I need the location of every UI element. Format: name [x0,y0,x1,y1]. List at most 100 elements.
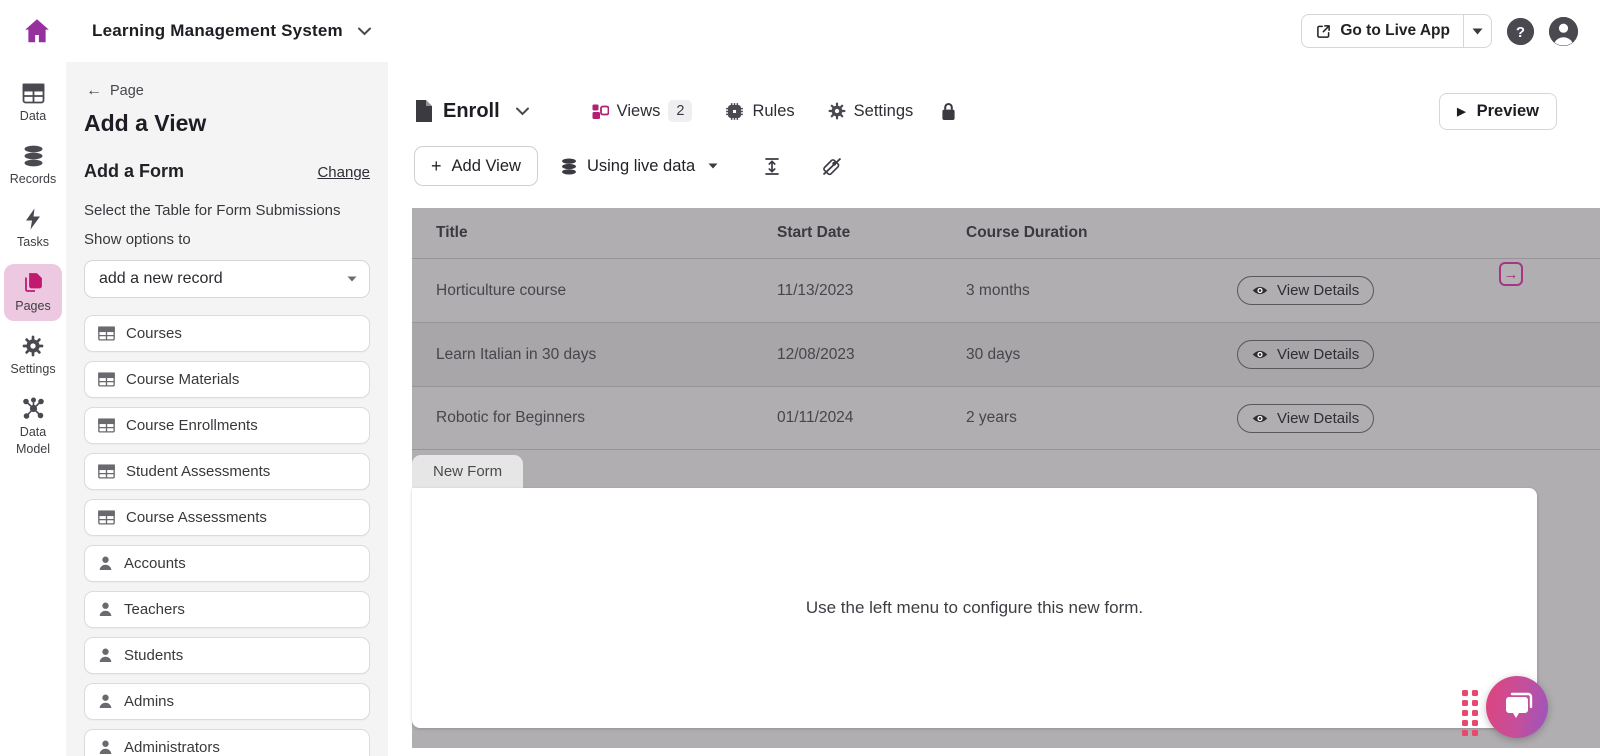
go-to-live-app-dropdown[interactable] [1463,15,1491,47]
nav-rail: Data Records Tasks Pages Settings Data M… [0,62,66,756]
back-to-page-link[interactable]: ← Page [86,82,370,100]
live-preview-area: Title Start Date Course Duration Horticu… [412,208,1600,748]
table-option-course-enrollments[interactable]: Course Enrollments [84,407,370,444]
go-to-live-app-label: Go to Live App [1340,22,1450,40]
pages-icon [22,271,45,294]
back-arrow-icon: ← [86,82,102,100]
table-option-label: Administrators [124,739,220,756]
open-view-arrow-button[interactable]: → [1499,262,1523,286]
chat-icon [1500,691,1534,723]
rail-item-records[interactable]: Records [4,138,62,194]
eye-icon [1252,413,1268,424]
table-row: Robotic for Beginners 01/11/2024 2 years… [412,386,1600,450]
change-link[interactable]: Change [317,164,370,181]
rail-item-settings[interactable]: Settings [4,328,62,384]
table-option-course-materials[interactable]: Course Materials [84,361,370,398]
table-option-students[interactable]: Students [84,637,370,674]
data-mode-dropdown[interactable]: Using live data [560,157,718,176]
page-chevron-down-icon[interactable] [515,106,530,116]
table-option-accounts[interactable]: Accounts [84,545,370,582]
view-details-button[interactable]: View Details [1237,404,1374,433]
table-icon [98,418,115,433]
help-button[interactable]: ? [1507,18,1534,45]
add-view-button[interactable]: + Add View [414,146,538,186]
tab-settings[interactable]: Settings [828,102,914,121]
view-details-label: View Details [1277,346,1359,363]
go-to-live-app-split-button: Go to Live App [1301,14,1492,48]
cell-duration: 2 years [966,409,1237,427]
app-title: Learning Management System [92,21,343,41]
view-details-label: View Details [1277,282,1359,299]
table-option-teachers[interactable]: Teachers [84,591,370,628]
table-option-label: Courses [126,325,182,342]
view-details-label: View Details [1277,410,1359,427]
person-icon [98,693,113,709]
views-count-badge: 2 [668,100,692,122]
eye-icon [1252,349,1268,360]
add-view-label: Add View [452,157,521,176]
home-button[interactable] [22,16,52,46]
rail-item-pages[interactable]: Pages [4,264,62,321]
play-icon: ▶ [1457,105,1465,118]
avatar-icon [1549,17,1578,46]
table-option-label: Accounts [124,555,186,572]
table-option-label: Course Assessments [126,509,267,526]
account-button[interactable] [1549,17,1578,46]
eye-icon [1252,285,1268,296]
go-to-live-app-button[interactable]: Go to Live App [1302,22,1463,40]
preview-button[interactable]: ▶ Preview [1439,93,1557,130]
database-icon [560,158,578,175]
person-icon [98,739,113,755]
tab-label: Views [617,102,661,121]
table-icon [98,372,115,387]
external-link-icon [1315,23,1332,40]
tab-views[interactable]: Views 2 [592,100,693,122]
cell-title: Horticulture course [436,282,777,300]
app-switcher[interactable]: Learning Management System [92,21,372,41]
fit-height-icon[interactable] [763,157,781,176]
column-header: Course Duration [966,224,1237,242]
column-header: Start Date [777,224,966,242]
table-option-label: Student Assessments [126,463,270,480]
view-details-button[interactable]: View Details [1237,276,1374,305]
gear-icon [22,335,44,357]
tab-rules[interactable]: Rules [725,102,794,121]
cell-action: View Details [1237,340,1397,369]
chat-widget-button[interactable] [1486,676,1548,738]
gear-icon [828,102,846,120]
caret-down-icon [347,276,357,282]
home-icon [22,16,52,46]
table-option-administrators[interactable]: Administrators [84,729,370,756]
widget-drag-handle[interactable] [1462,690,1478,736]
caret-down-icon [708,163,718,169]
form-description-2: Show options to [84,231,370,248]
help-icon: ? [1507,18,1534,45]
styles-off-icon[interactable] [821,157,843,176]
cell-start-date: 12/08/2023 [777,346,966,364]
rail-item-data-model[interactable]: Data Model [5,390,61,464]
table-option-label: Admins [124,693,174,710]
rail-item-data[interactable]: Data [4,76,62,131]
views-icon [592,103,609,120]
view-details-button[interactable]: View Details [1237,340,1374,369]
chevron-down-icon [357,26,372,36]
lock-icon[interactable] [941,102,956,121]
new-form-tab[interactable]: New Form [412,455,523,488]
cell-title: Learn Italian in 30 days [436,346,777,364]
table-option-label: Course Enrollments [126,417,258,434]
table-option-course-assessments[interactable]: Course Assessments [84,499,370,536]
courses-table: Title Start Date Course Duration Horticu… [412,208,1600,450]
main-area: Enroll Views 2 Rules Se [388,62,1600,756]
table-option-admins[interactable]: Admins [84,683,370,720]
table-row: Learn Italian in 30 days 12/08/2023 30 d… [412,322,1600,386]
rail-item-tasks[interactable]: Tasks [4,201,62,257]
new-form-message: Use the left menu to configure this new … [806,598,1143,618]
page-tabs: Views 2 Rules Settings [592,100,914,122]
svg-text:?: ? [1516,24,1525,41]
table-option-label: Course Materials [126,371,239,388]
table-option-courses[interactable]: Courses [84,315,370,352]
caret-down-icon [1472,28,1483,35]
cell-start-date: 01/11/2024 [777,409,966,427]
record-option-select[interactable]: add a new record [84,260,370,298]
table-option-student-assessments[interactable]: Student Assessments [84,453,370,490]
